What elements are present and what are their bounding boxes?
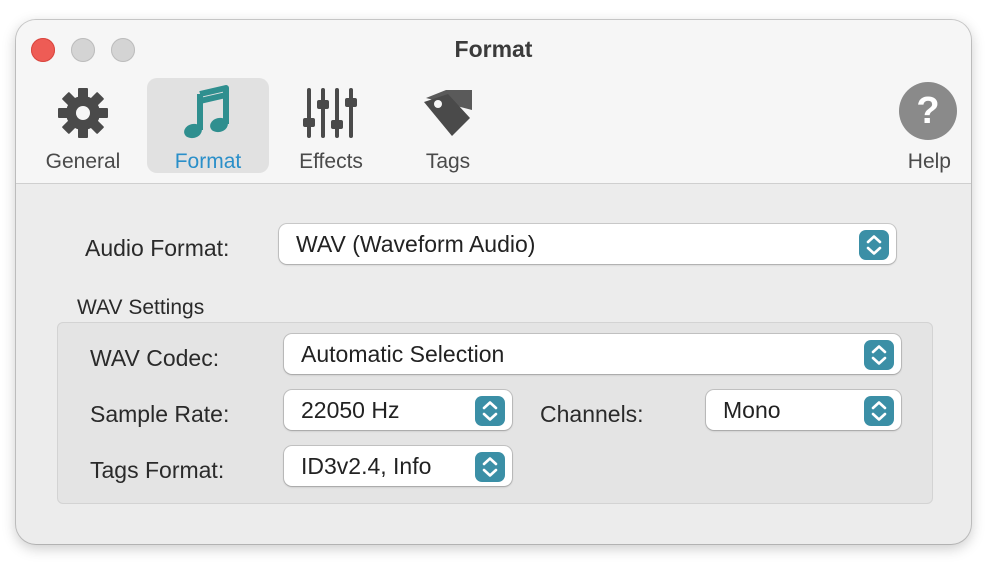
sample-rate-value: 22050 Hz xyxy=(301,397,400,423)
wav-codec-value: Automatic Selection xyxy=(301,341,505,367)
popup-arrows-icon xyxy=(864,340,894,370)
music-note-icon xyxy=(184,85,229,139)
sample-rate-label: Sample Rate: xyxy=(90,401,230,427)
audio-format-value: WAV (Waveform Audio) xyxy=(296,231,536,257)
help-button[interactable]: ? xyxy=(899,82,957,140)
wav-codec-label: WAV Codec: xyxy=(90,345,220,371)
channels-label: Channels: xyxy=(540,401,644,427)
question-mark-icon: ? xyxy=(916,90,940,132)
popup-arrows-icon xyxy=(859,230,889,260)
channels-value: Mono xyxy=(723,397,781,423)
toolbar: Format General Format Effects Tags ? Hel… xyxy=(16,20,971,184)
sliders-icon xyxy=(303,88,357,138)
tab-label: Tags xyxy=(425,150,471,173)
channels-popup[interactable]: Mono xyxy=(706,390,901,430)
tab-format[interactable]: Format xyxy=(147,78,269,173)
tab-general[interactable]: General xyxy=(22,78,144,173)
tab-effects[interactable]: Effects xyxy=(270,78,392,173)
tab-label: Effects xyxy=(299,150,363,173)
popup-arrows-icon xyxy=(475,396,505,426)
popup-arrows-icon xyxy=(475,452,505,482)
tab-label: General xyxy=(45,150,121,173)
tags-format-value: ID3v2.4, Info xyxy=(301,453,432,479)
gear-icon xyxy=(58,88,108,138)
popup-arrows-icon xyxy=(864,396,894,426)
help-label: Help xyxy=(907,150,951,173)
preferences-window: Format General Format Effects Tags ? Hel… xyxy=(16,20,971,544)
wav-settings-heading: WAV Settings xyxy=(77,296,205,319)
audio-format-popup[interactable]: WAV (Waveform Audio) xyxy=(279,224,896,264)
window-title: Format xyxy=(454,36,533,62)
audio-format-label: Audio Format: xyxy=(85,235,230,261)
wav-codec-popup[interactable]: Automatic Selection xyxy=(284,334,901,374)
tab-label: Format xyxy=(174,150,242,173)
tab-tags[interactable]: Tags xyxy=(387,78,509,173)
tags-format-label: Tags Format: xyxy=(90,457,225,483)
sample-rate-popup[interactable]: 22050 Hz xyxy=(284,390,512,430)
tag-icon xyxy=(424,90,472,136)
tags-format-popup[interactable]: ID3v2.4, Info xyxy=(284,446,512,486)
